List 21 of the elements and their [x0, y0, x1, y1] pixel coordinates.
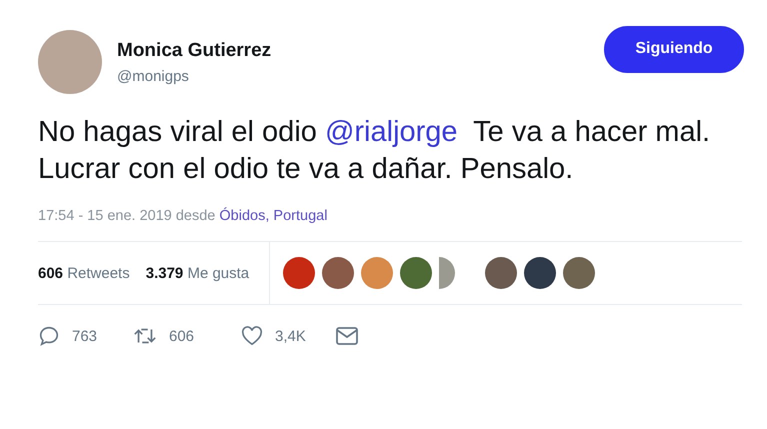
tweet-timestamp: 17:54 - 15 ene. 2019 desde Óbidos, Portugal: [38, 208, 328, 224]
mention-link[interactable]: @rialjorge: [324, 116, 458, 148]
liker-avatar[interactable]: [563, 257, 596, 289]
stat-count[interactable]: 606 Retweets: [38, 264, 130, 282]
liker-avatar[interactable]: [283, 257, 316, 289]
action-count: 763: [72, 328, 98, 344]
location-link[interactable]: Óbidos, Portugal: [219, 208, 328, 224]
following-button[interactable]: Siguiendo: [604, 26, 744, 72]
stat-count[interactable]: 3.379 Me gusta: [146, 264, 250, 282]
action-count: 3,4K: [275, 328, 306, 344]
heart-icon[interactable]: [241, 326, 263, 346]
liker-avatar[interactable]: [322, 257, 354, 289]
speech-bubble-icon[interactable]: [38, 325, 60, 347]
liker-avatar[interactable]: [400, 257, 432, 289]
tweet-text: No hagas viral el odio @rialjorge Te va a hacer mal. Lucrar con el odio te va a dañar. Pensalo.: [38, 115, 712, 187]
liker-avatar[interactable]: [485, 257, 518, 289]
liker-avatar[interactable]: [524, 257, 556, 289]
envelope-icon[interactable]: [336, 327, 358, 345]
author-name: Monica Gutierrez: [117, 40, 272, 62]
author-handle: @monigps: [117, 68, 190, 84]
action-count: 606: [169, 328, 194, 344]
